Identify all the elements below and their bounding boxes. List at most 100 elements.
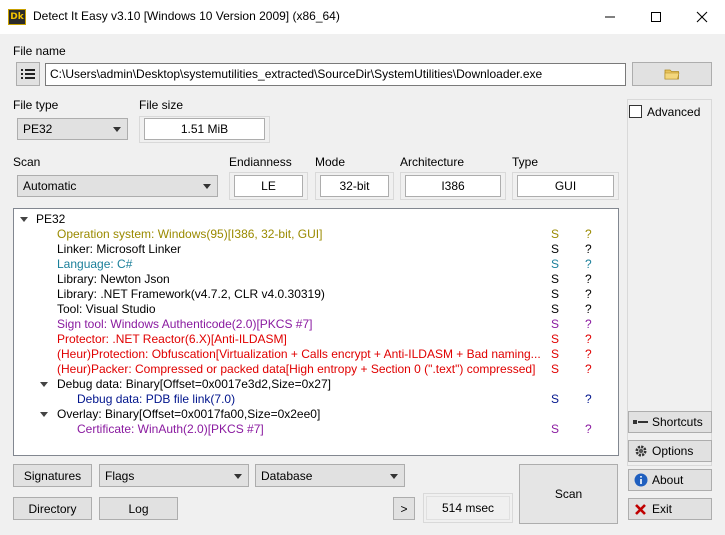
info-icon	[633, 473, 648, 488]
result-row[interactable]: Tool: Visual Studio S?	[14, 302, 614, 317]
file-type-label: File type	[13, 98, 59, 112]
file-path-input[interactable]: C:\Users\admin\Desktop\systemutilities_e…	[45, 63, 626, 86]
signature-flag[interactable]: S	[551, 362, 559, 377]
result-text: Library: Newton Json	[57, 272, 170, 286]
close-icon	[696, 11, 708, 23]
signature-flag[interactable]: S	[551, 422, 559, 437]
signature-flag[interactable]: S	[551, 287, 559, 302]
result-row[interactable]: Operation system: Windows(95)[I386, 32-b…	[14, 227, 614, 242]
advanced-checkbox[interactable]	[629, 105, 642, 118]
signatures-button[interactable]: Signatures	[13, 464, 92, 487]
log-button[interactable]: Log	[99, 497, 178, 520]
result-row[interactable]: Library: .NET Framework(v4.7.2, CLR v4.0…	[14, 287, 614, 302]
signature-flag[interactable]: S	[551, 392, 559, 407]
result-text: Debug data: Binary[Offset=0x0017e3d2,Siz…	[57, 377, 331, 391]
info-query[interactable]: ?	[585, 302, 592, 317]
signature-flag[interactable]: S	[551, 347, 559, 362]
result-row[interactable]: PE32	[14, 212, 614, 227]
result-row[interactable]: Debug data: PDB file link(7.0) S?	[14, 392, 614, 407]
info-query[interactable]: ?	[585, 242, 592, 257]
exit-button[interactable]: Exit	[628, 498, 712, 520]
scan-method-select[interactable]: Automatic	[17, 175, 218, 197]
type-label: Type	[512, 155, 539, 169]
scan-button[interactable]: Scan	[519, 464, 618, 524]
result-row[interactable]: Certificate: WinAuth(2.0)[PKCS #7] S?	[14, 422, 614, 437]
info-query[interactable]: ?	[585, 287, 592, 302]
scan-method-value: Automatic	[23, 179, 77, 193]
file-size-value: 1.51 MiB	[144, 118, 265, 140]
signature-flag[interactable]: S	[551, 302, 559, 317]
detection-results-tree[interactable]: PE32 Operation system: Windows(95)[I386, …	[13, 208, 619, 456]
options-label: Options	[652, 444, 694, 458]
architecture-label: Architecture	[400, 155, 465, 169]
options-button[interactable]: Options	[628, 440, 712, 462]
gear-icon	[633, 444, 648, 459]
info-query[interactable]: ?	[585, 347, 592, 362]
result-text: Sign tool: Windows Authenticode(2.0)[PKC…	[57, 317, 313, 331]
about-button[interactable]: About	[628, 469, 712, 491]
tree-expander-icon[interactable]	[20, 217, 28, 222]
result-row[interactable]: Library: Newton Json S?	[14, 272, 614, 287]
folder-icon	[664, 69, 680, 80]
chevron-down-icon	[234, 473, 242, 479]
scan-time-value: 514 msec	[426, 496, 510, 520]
result-text: PE32	[36, 212, 66, 226]
minimize-icon	[605, 16, 615, 18]
file-type-select[interactable]: PE32	[17, 118, 128, 140]
info-query[interactable]: ?	[585, 362, 592, 377]
result-text: Linker: Microsoft Linker	[57, 242, 182, 256]
info-query[interactable]: ?	[585, 272, 592, 287]
info-query[interactable]: ?	[585, 422, 592, 437]
result-row[interactable]: Language: C# S?	[14, 257, 614, 272]
result-row[interactable]: Linker: Microsoft Linker S?	[14, 242, 614, 257]
result-row[interactable]: Overlay: Binary[Offset=0x0017fa00,Size=0…	[14, 407, 614, 422]
info-query[interactable]: ?	[585, 392, 592, 407]
endianness-label: Endianness	[229, 155, 292, 169]
chevron-down-icon	[113, 127, 121, 132]
file-type-value: PE32	[23, 122, 53, 136]
result-row[interactable]: Protector: .NET Reactor(6.X)[Anti-ILDASM…	[14, 332, 614, 347]
file-size-label: File size	[139, 98, 184, 112]
signature-flag[interactable]: S	[551, 272, 559, 287]
signature-flag[interactable]: S	[551, 227, 559, 242]
shortcuts-icon	[633, 415, 648, 430]
shortcuts-label: Shortcuts	[652, 415, 703, 429]
maximize-icon	[651, 12, 661, 22]
result-text: Certificate: WinAuth(2.0)[PKCS #7]	[77, 422, 264, 436]
result-row[interactable]: Sign tool: Windows Authenticode(2.0)[PKC…	[14, 317, 614, 332]
info-query[interactable]: ?	[585, 317, 592, 332]
signature-flag[interactable]: S	[551, 257, 559, 272]
file-menu-button[interactable]	[16, 62, 40, 86]
info-query[interactable]: ?	[585, 332, 592, 347]
open-file-button[interactable]	[632, 62, 712, 86]
tree-expander-icon[interactable]	[40, 382, 48, 387]
shortcuts-button[interactable]: Shortcuts	[628, 411, 712, 433]
close-button[interactable]	[679, 0, 725, 34]
minimize-button[interactable]	[587, 0, 633, 34]
tree-expander-icon[interactable]	[40, 412, 48, 417]
database-label: Database	[261, 468, 313, 483]
result-text: Tool: Visual Studio	[57, 302, 156, 316]
maximize-button[interactable]	[633, 0, 679, 34]
signature-flag[interactable]: S	[551, 317, 559, 332]
flags-select[interactable]: Flags	[99, 464, 249, 487]
app-logo-icon: Dk	[8, 9, 26, 25]
result-text: Overlay: Binary[Offset=0x0017fa00,Size=0…	[57, 407, 321, 421]
result-text: Debug data: PDB file link(7.0)	[77, 392, 236, 406]
flags-label: Flags	[105, 468, 135, 483]
info-query[interactable]: ?	[585, 257, 592, 272]
signature-flag[interactable]: S	[551, 332, 559, 347]
result-row[interactable]: (Heur)Protection: Obfuscation[Virtualiza…	[14, 347, 614, 362]
result-text: (Heur)Packer: Compressed or packed data[…	[57, 362, 536, 376]
exit-label: Exit	[652, 502, 673, 516]
info-query[interactable]: ?	[585, 227, 592, 242]
result-row[interactable]: Debug data: Binary[Offset=0x0017e3d2,Siz…	[14, 377, 614, 392]
directory-button[interactable]: Directory	[13, 497, 92, 520]
scan-label: Scan	[13, 155, 41, 169]
signature-flag[interactable]: S	[551, 242, 559, 257]
file-name-label: File name	[13, 44, 66, 58]
more-button[interactable]: >	[393, 497, 415, 520]
result-row[interactable]: (Heur)Packer: Compressed or packed data[…	[14, 362, 614, 377]
database-select[interactable]: Database	[255, 464, 405, 487]
advanced-label: Advanced	[647, 105, 701, 119]
